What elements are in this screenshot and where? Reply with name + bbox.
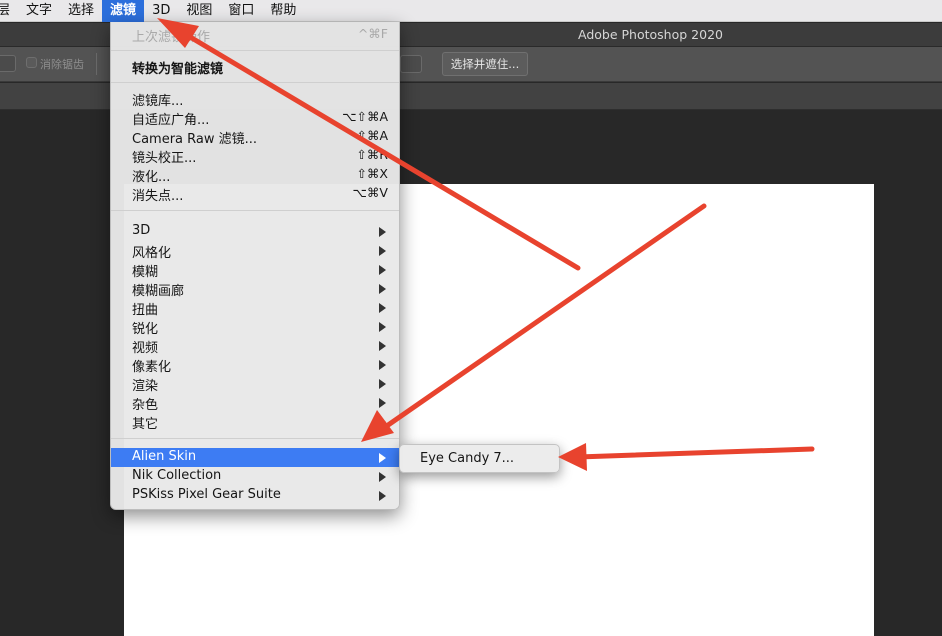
menu-divider [111,438,399,439]
menu-item-adaptive-wide-angle[interactable]: 自适应广角... ⌥⇧⌘A [111,108,399,128]
menu-item-other[interactable]: 其它 [111,412,399,432]
menu-item-sharpen[interactable]: 锐化 [111,317,399,337]
menu-item-blur-gallery[interactable]: 模糊画廊 [111,279,399,299]
alien-skin-submenu: Eye Candy 7... [399,444,560,473]
antialias-label: 消除锯齿 [40,58,84,71]
menu-filter[interactable]: 滤镜 [102,0,145,22]
submenu-arrow-icon [379,417,386,427]
menu-item-label: 风格化 [132,246,172,261]
menu-select[interactable]: 选择 [60,0,102,22]
menu-item-label: 其它 [132,417,159,432]
menu-item-label: 液化... [132,170,171,185]
menu-3d[interactable]: 3D [144,0,178,22]
submenu-arrow-icon [379,284,386,294]
menu-help[interactable]: 帮助 [262,0,304,22]
menu-item-label: Camera Raw 滤镜... [132,132,258,147]
submenu-arrow-icon [379,491,386,501]
menu-divider [111,210,399,211]
menu-item-shortcut: ⌥⇧⌘A [342,109,388,124]
submenu-item-eye-candy[interactable]: Eye Candy 7... [400,450,559,469]
submenu-arrow-icon [379,360,386,370]
menu-item-label: PSKiss Pixel Gear Suite [132,487,281,502]
menu-item-last-filter[interactable]: 上次滤镜操作 ^⌘F [111,25,399,45]
options-divider [96,53,97,75]
menu-item-label: 模糊画廊 [132,284,185,299]
menu-item-video[interactable]: 视频 [111,336,399,356]
menu-item-alien-skin[interactable]: Alien Skin [111,448,399,467]
menu-item-label: 3D [132,223,151,238]
submenu-item-label: Eye Candy 7... [420,451,515,466]
menu-item-3d[interactable]: 3D [111,222,399,241]
menu-item-noise[interactable]: 杂色 [111,393,399,413]
menu-item-label: 扭曲 [132,303,159,318]
menu-item-lens-correction[interactable]: 镜头校正... ⇧⌘R [111,146,399,166]
menu-item-convert-smart-filter[interactable]: 转换为智能滤镜 [111,57,399,77]
menu-item-blur[interactable]: 模糊 [111,260,399,280]
menu-item-pskiss-pixel-gear[interactable]: PSKiss Pixel Gear Suite [111,486,399,505]
window-title: Adobe Photoshop 2020 [578,27,723,42]
menu-bar: 层 文字 选择 滤镜 3D 视图 窗口 帮助 [0,0,942,22]
menu-item-label: 转换为智能滤镜 [132,62,224,77]
menu-item-label: 像素化 [132,360,172,375]
submenu-arrow-icon [379,398,386,408]
menu-item-stylize[interactable]: 风格化 [111,241,399,261]
menu-divider [111,50,399,51]
menu-item-shortcut: ^⌘F [357,26,388,41]
menu-item-label: 模糊 [132,265,159,280]
menu-item-render[interactable]: 渲染 [111,374,399,394]
submenu-arrow-icon [379,322,386,332]
submenu-arrow-icon [379,246,386,256]
menu-item-label: 上次滤镜操作 [132,30,211,45]
menu-item-filter-gallery[interactable]: 滤镜库... [111,89,399,109]
submenu-arrow-icon [379,341,386,351]
menu-item-shortcut: ⇧⌘A [356,128,388,143]
menu-item-label: 滤镜库... [132,94,184,109]
menu-item-vanishing-point[interactable]: 消失点... ⌥⌘V [111,184,399,204]
menu-item-label: Alien Skin [132,449,197,464]
submenu-arrow-icon [379,265,386,275]
submenu-arrow-icon [379,303,386,313]
menu-type[interactable]: 文字 [18,0,60,22]
menu-item-label: 锐化 [132,322,159,337]
menu-item-label: 镜头校正... [132,151,197,166]
menu-window[interactable]: 窗口 [220,0,262,22]
menu-view[interactable]: 视图 [178,0,220,22]
feather-field[interactable] [0,55,16,72]
submenu-arrow-icon [379,379,386,389]
menu-item-shortcut: ⌥⌘V [352,185,388,200]
menu-item-shortcut: ⇧⌘X [356,166,388,181]
menu-layer[interactable]: 层 [0,0,18,22]
menu-item-pixelate[interactable]: 像素化 [111,355,399,375]
menu-item-liquify[interactable]: 液化... ⇧⌘X [111,165,399,185]
menu-divider [111,82,399,83]
height-field[interactable] [400,55,422,73]
menu-item-nik-collection[interactable]: Nik Collection [111,467,399,486]
menu-item-label: 自适应广角... [132,113,210,128]
menu-item-label: 消失点... [132,189,184,204]
menu-item-camera-raw[interactable]: Camera Raw 滤镜... ⇧⌘A [111,127,399,147]
submenu-arrow-icon [379,472,386,482]
screen: 层 文字 选择 滤镜 3D 视图 窗口 帮助 Adobe Photoshop 2… [0,0,942,636]
menu-item-label: 渲染 [132,379,159,394]
menu-item-label: 杂色 [132,398,159,413]
menu-item-distort[interactable]: 扭曲 [111,298,399,318]
menu-item-shortcut: ⇧⌘R [356,147,388,162]
submenu-arrow-icon [379,453,386,463]
submenu-arrow-icon [379,227,386,237]
select-and-mask-button[interactable]: 选择并遮住... [442,52,528,76]
antialias-checkbox[interactable] [26,57,37,68]
filter-menu: 上次滤镜操作 ^⌘F 转换为智能滤镜 滤镜库... 自适应广角... ⌥⇧⌘A … [110,22,400,510]
menu-item-label: Nik Collection [132,468,222,483]
menu-item-label: 视频 [132,341,159,356]
